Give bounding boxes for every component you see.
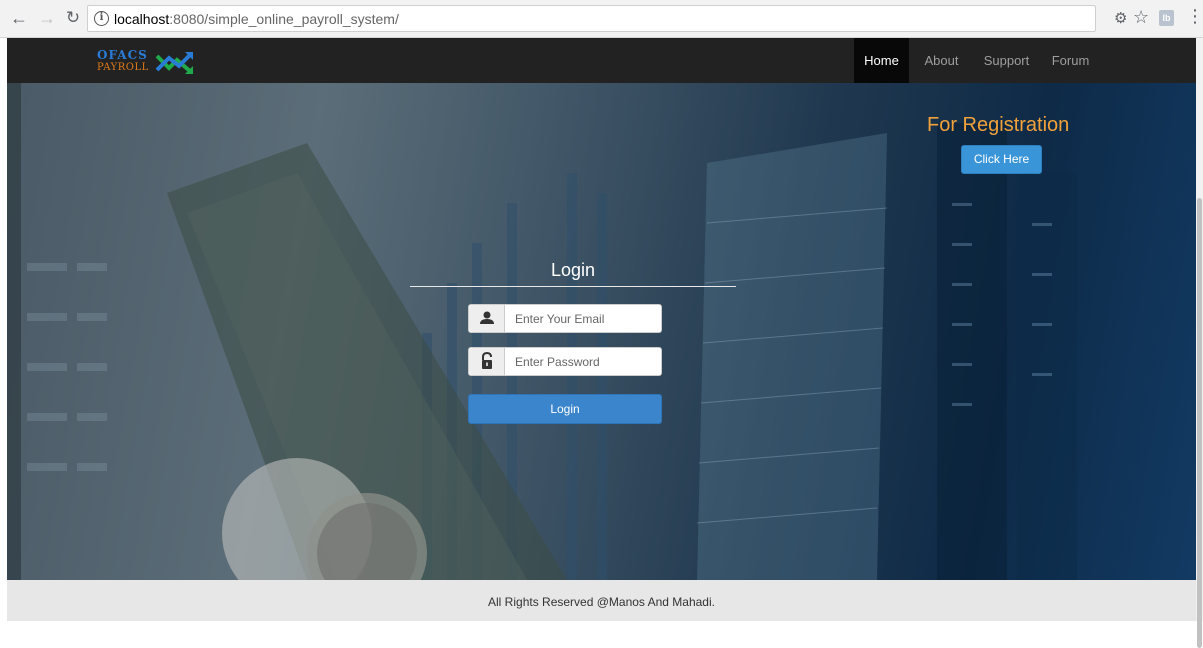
bookmark-star-icon[interactable]: ☆ bbox=[1133, 7, 1149, 28]
site-footer: All Rights Reserved @Manos And Mahadi. bbox=[7, 580, 1196, 621]
login-divider bbox=[410, 286, 736, 287]
lock-icon bbox=[469, 348, 505, 375]
nav-forum[interactable]: Forum bbox=[1048, 38, 1093, 83]
hero-background: For Registration Click Here Login Login bbox=[7, 83, 1196, 580]
nav-support[interactable]: Support bbox=[979, 38, 1034, 83]
email-input-group bbox=[468, 304, 662, 333]
password-input[interactable] bbox=[506, 348, 661, 375]
forward-arrow-icon[interactable]: → bbox=[36, 7, 58, 29]
nav-about[interactable]: About bbox=[919, 38, 964, 83]
site-logo[interactable]: OFACS PAYROLL bbox=[97, 48, 207, 76]
nav-home[interactable]: Home bbox=[854, 38, 909, 83]
user-icon bbox=[469, 305, 505, 332]
back-arrow-icon[interactable]: ← bbox=[8, 7, 30, 29]
scrollbar-thumb[interactable] bbox=[1197, 198, 1202, 648]
password-input-group bbox=[468, 347, 662, 376]
browser-toolbar: ← → ↻ i localhost:8080/simple_online_pay… bbox=[0, 0, 1203, 38]
reload-icon[interactable]: ↻ bbox=[62, 7, 84, 29]
page-scrollbar[interactable] bbox=[1196, 38, 1203, 648]
extension-icon[interactable]: lb bbox=[1159, 10, 1174, 26]
key-icon[interactable]: ⚙ bbox=[1114, 9, 1127, 27]
logo-arrows-icon bbox=[155, 52, 193, 74]
registration-click-here-button[interactable]: Click Here bbox=[961, 145, 1042, 174]
address-url[interactable]: localhost:8080/simple_online_payroll_sys… bbox=[114, 11, 399, 27]
menu-dots-icon[interactable]: ⋮ bbox=[1186, 6, 1203, 27]
address-bar[interactable]: i localhost:8080/simple_online_payroll_s… bbox=[87, 5, 1096, 32]
login-title: Login bbox=[550, 260, 596, 280]
info-icon[interactable]: i bbox=[94, 11, 109, 26]
registration-title: For Registration bbox=[927, 114, 1070, 136]
email-input[interactable] bbox=[506, 305, 661, 332]
site-navbar: OFACS PAYROLL Home About Support Forum bbox=[7, 38, 1196, 83]
login-button[interactable]: Login bbox=[468, 394, 662, 424]
